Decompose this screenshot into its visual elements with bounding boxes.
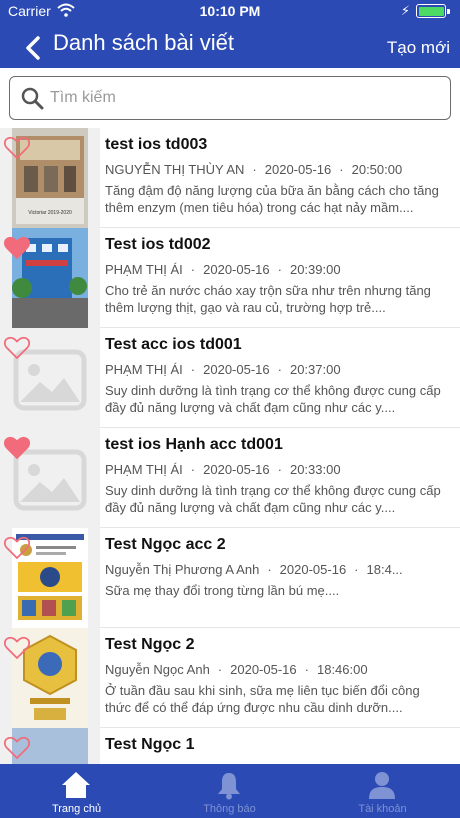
post-meta: NGUYỄN THỊ THÙY AN · 2020-05-16 · 20:50:00 bbox=[105, 162, 403, 177]
post-author: PHẠM THỊ ÁI bbox=[105, 462, 183, 477]
post-meta: Nguyễn Ngọc Anh · 2020-05-16 · 18:46:00 bbox=[105, 662, 368, 677]
post-list-item[interactable]: Test acc ios td001 PHẠM THỊ ÁI · 2020-05-1… bbox=[0, 328, 460, 428]
search-input[interactable] bbox=[50, 79, 445, 117]
bell-icon bbox=[218, 773, 240, 800]
charging-icon: ⚡ bbox=[400, 3, 410, 18]
create-new-button[interactable]: Tạo mới bbox=[387, 38, 450, 58]
search-icon bbox=[21, 87, 44, 110]
post-meta: PHẠM THỊ ÁI · 2020-05-16 · 20:37:00 bbox=[105, 362, 341, 377]
post-meta: PHẠM THỊ ÁI · 2020-05-16 · 20:39:00 bbox=[105, 262, 341, 277]
clock: 10:10 PM bbox=[199, 3, 261, 19]
user-icon bbox=[369, 772, 395, 799]
tab-home-label: Trang chủ bbox=[51, 803, 102, 815]
post-time: 20:33:00 bbox=[289, 462, 341, 477]
heart-outline-icon[interactable] bbox=[4, 136, 30, 160]
post-meta: PHẠM THỊ ÁI · 2020-05-16 · 20:33:00 bbox=[105, 462, 341, 477]
post-list-item[interactable]: Victoriar 2019-2020 test ios td003 NGUYỄ… bbox=[0, 128, 460, 228]
post-list-item[interactable]: Test Ngọc acc 2 Nguyễn Thị Phương A Anh ·… bbox=[0, 528, 460, 628]
nav-bar: Danh sách bài viết Tạo mới bbox=[0, 24, 460, 68]
tab-notifications[interactable]: Thông báo bbox=[153, 764, 306, 818]
heart-outline-icon[interactable] bbox=[4, 336, 30, 360]
post-date: 2020-05-16 bbox=[203, 462, 270, 477]
back-button[interactable] bbox=[22, 36, 46, 60]
post-excerpt: Suy dinh dưỡng là tình trạng cơ thể khôn… bbox=[105, 383, 441, 415]
post-title: Test acc ios td001 bbox=[105, 336, 242, 353]
post-title: test ios Hạnh acc td001 bbox=[105, 436, 283, 453]
post-excerpt: Ở tuần đầu sau khi sinh, sữa mẹ liên tục… bbox=[105, 683, 420, 715]
post-title: Test Ngọc 1 bbox=[105, 736, 195, 753]
battery-tip bbox=[447, 9, 450, 14]
post-excerpt: Suy dinh dưỡng là tình trạng cơ thể khôn… bbox=[105, 483, 441, 515]
heart-filled-icon[interactable] bbox=[4, 436, 30, 460]
post-time: 20:39:00 bbox=[289, 262, 341, 277]
heart-outline-icon[interactable] bbox=[4, 536, 30, 560]
heart-outline-icon[interactable] bbox=[4, 736, 30, 760]
heart-filled-icon[interactable] bbox=[4, 236, 30, 260]
post-title: Test ios td002 bbox=[105, 236, 211, 253]
post-list-item[interactable]: Test ios td002 PHẠM THỊ ÁI · 2020-05-16 · 20… bbox=[0, 228, 460, 328]
post-list-item[interactable]: Test Ngọc 1 bbox=[0, 728, 460, 764]
post-author: PHẠM THỊ ÁI bbox=[105, 262, 183, 277]
post-date: 2020-05-16 bbox=[203, 362, 270, 377]
post-time: 18:4... bbox=[366, 562, 403, 577]
tab-bar: Trang chủ Thông báo Tài khoản bbox=[0, 764, 460, 818]
home-icon bbox=[62, 772, 90, 798]
post-date: 2020-05-16 bbox=[279, 562, 347, 577]
heart-outline-icon[interactable] bbox=[4, 636, 30, 660]
post-title: Test Ngọc acc 2 bbox=[105, 536, 226, 553]
battery-icon bbox=[416, 4, 446, 18]
post-list-item[interactable]: Test Ngọc 2 Nguyễn Ngọc Anh · 2020-05-16 · 1… bbox=[0, 628, 460, 728]
post-list-item[interactable]: test ios Hạnh acc td001 PHẠM THỊ ÁI · 2020… bbox=[0, 428, 460, 528]
post-time: 20:37:00 bbox=[289, 362, 341, 377]
tab-notifications-label: Thông báo bbox=[203, 803, 256, 815]
post-list[interactable]: Victoriar 2019-2020 test ios td003 NGUYỄ… bbox=[0, 128, 460, 764]
page-title: Danh sách bài viết bbox=[53, 30, 234, 55]
tab-home[interactable]: Trang chủ bbox=[0, 764, 153, 818]
post-time: 18:46:00 bbox=[316, 662, 368, 677]
post-date: 2020-05-16 bbox=[230, 662, 297, 677]
post-time: 20:50:00 bbox=[351, 162, 403, 177]
post-excerpt: Tăng đậm độ năng lượng của bữa ăn bằng c… bbox=[105, 183, 439, 215]
status-bar: Carrier 10:10 PM ⚡ bbox=[0, 0, 460, 24]
search-bar[interactable] bbox=[9, 76, 451, 120]
post-title: test ios td003 bbox=[105, 136, 208, 153]
post-author: NGUYỄN THỊ THÙY AN bbox=[105, 162, 245, 177]
post-author: PHẠM THỊ ÁI bbox=[105, 362, 183, 377]
post-author: Nguyễn Thị Phương A Anh bbox=[105, 562, 260, 577]
tab-account-label: Tài khoản bbox=[358, 803, 407, 815]
post-date: 2020-05-16 bbox=[203, 262, 270, 277]
app-header: Carrier 10:10 PM ⚡ Danh sách bài viết Tạ… bbox=[0, 0, 460, 68]
tab-account[interactable]: Tài khoản bbox=[306, 764, 459, 818]
post-author: Nguyễn Ngọc Anh bbox=[105, 662, 210, 677]
post-excerpt: Sữa mẹ thay đổi trong từng lần bú mẹ.... bbox=[105, 583, 340, 598]
post-date: 2020-05-16 bbox=[264, 162, 332, 177]
post-meta: Nguyễn Thị Phương A Anh · 2020-05-16 · 18:4.… bbox=[105, 562, 403, 577]
svg-text:Victoriar 2019-2020: Victoriar 2019-2020 bbox=[28, 210, 72, 216]
post-title: Test Ngọc 2 bbox=[105, 636, 195, 653]
post-excerpt: Cho trẻ ăn nước cháo xay trộn sữa như tr… bbox=[105, 283, 431, 315]
